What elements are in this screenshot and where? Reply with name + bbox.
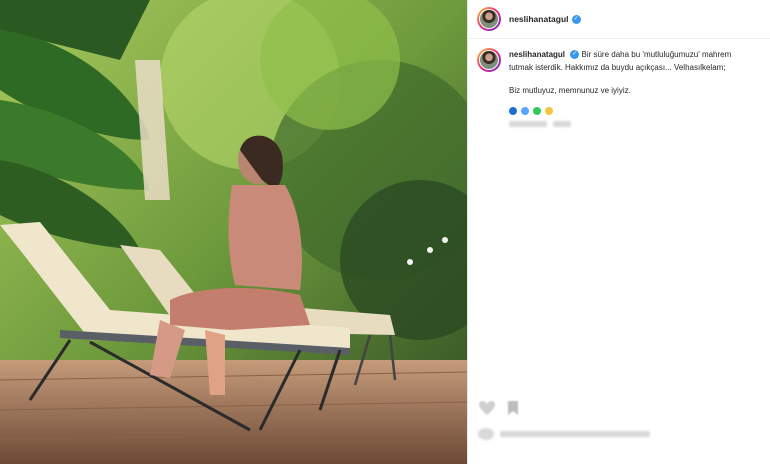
caption-line-2: tutmak isterdik. Hakkımız da buydu açıkç… [509, 63, 726, 72]
verified-badge-icon: ✓ [570, 50, 580, 60]
action-bar [478, 400, 520, 416]
emoji-row [509, 107, 731, 115]
like-heart-icon[interactable] [478, 400, 496, 416]
instagram-post-view: neslihanatagul ✓ neslihanatagul ✓ Bir sü… [0, 0, 770, 464]
caption-line-1: Bir süre daha bu 'mutluluğumuzu' mahrem [581, 50, 732, 59]
blurred-timestamp [509, 121, 731, 127]
moon-emoji-icon [545, 107, 553, 115]
bookmark-icon[interactable] [506, 400, 520, 416]
likes-summary-blurred [478, 428, 650, 440]
nazar-emoji-icon [509, 107, 517, 115]
post-header: neslihanatagul ✓ [468, 0, 770, 39]
caption-block: neslihanatagul ✓ Bir süre daha bu 'mutlu… [477, 48, 767, 127]
post-photo[interactable] [0, 0, 467, 464]
caption-text: neslihanatagul ✓ Bir süre daha bu 'mutlu… [509, 48, 731, 74]
caption-avatar[interactable] [477, 48, 501, 72]
username-link[interactable]: neslihanatagul [509, 14, 569, 24]
drop-emoji-icon [521, 107, 529, 115]
photo-illustration [0, 0, 467, 464]
verified-badge-icon: ✓ [571, 14, 581, 24]
caption-line-3: Biz mutluyuz, memnunuz ve iyiyiz. [509, 86, 631, 95]
clover-emoji-icon [533, 107, 541, 115]
caption-username[interactable]: neslihanatagul [509, 50, 565, 59]
post-side-panel: neslihanatagul ✓ neslihanatagul ✓ Bir sü… [467, 0, 770, 464]
avatar[interactable] [477, 7, 501, 31]
